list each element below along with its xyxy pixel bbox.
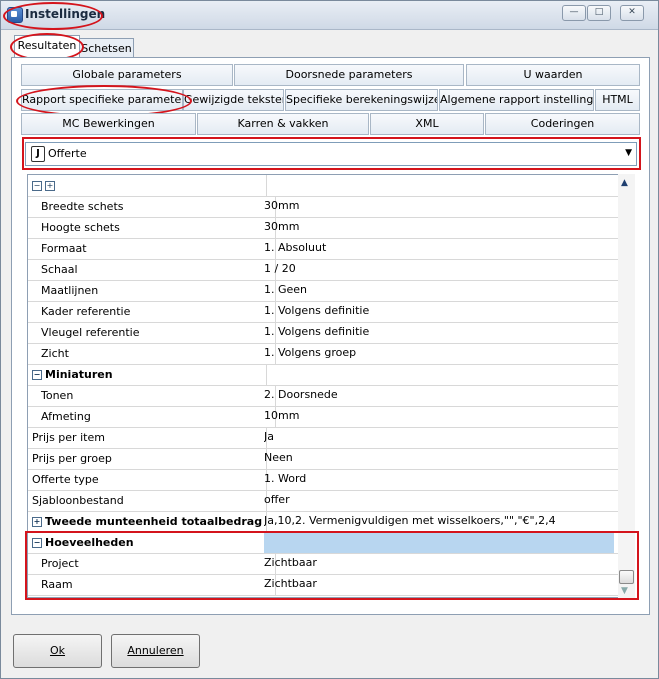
table-row[interactable]: Afmeting 10mm xyxy=(28,406,618,428)
subtab-rapport-specifieke-parameters[interactable]: Rapport specifieke parameters xyxy=(21,89,183,111)
property-grid: − + Breedte schets 30mm Hoogte schets 30m… xyxy=(27,174,619,598)
property-name: Hoogte schets xyxy=(28,217,276,238)
property-value xyxy=(264,532,614,553)
property-value[interactable]: 1 / 20 xyxy=(264,259,614,280)
subtab-doorsnede-parameters[interactable]: Doorsnede parameters xyxy=(234,64,464,86)
chevron-down-icon[interactable]: ▼ xyxy=(625,148,632,158)
property-name: Formaat xyxy=(28,238,276,259)
window-title: Instellingen xyxy=(25,7,106,21)
property-name: Offerte type xyxy=(28,469,267,490)
expand-all-icon[interactable]: + xyxy=(45,181,55,191)
group-row-miniaturen[interactable]: − Miniaturen xyxy=(28,364,618,386)
report-selector-dropdown[interactable]: J Offerte ▼ xyxy=(25,142,637,166)
close-button[interactable]: ✕ xyxy=(620,5,644,21)
property-value[interactable]: Ja,10,2. Vermenigvuldigen met wisselkoer… xyxy=(264,511,614,532)
title-bar: Instellingen — □ ✕ xyxy=(1,1,658,30)
ok-button[interactable]: Ok xyxy=(13,634,102,668)
maximize-button[interactable]: □ xyxy=(587,5,611,21)
subtab-u-waarden[interactable]: U waarden xyxy=(466,64,640,86)
table-row[interactable]: Schaal 1 / 20 xyxy=(28,259,618,281)
table-row[interactable]: Prijs per item Ja xyxy=(28,427,618,449)
property-name: Tonen xyxy=(28,385,276,406)
property-value xyxy=(264,364,614,385)
group-label: Tweede munteenheid totaalbedrag xyxy=(45,515,263,528)
property-value[interactable]: offer xyxy=(264,490,614,511)
table-row[interactable]: Zicht 1. Volgens groep xyxy=(28,343,618,365)
subtab-gewijzigde-teksten[interactable]: Gewijzigde teksten xyxy=(183,89,284,111)
subtab-coderingen[interactable]: Coderingen xyxy=(485,113,640,135)
property-value[interactable]: 30mm xyxy=(264,196,614,217)
subtab-algemene-rapport-instellingen[interactable]: Algemene rapport instellingen xyxy=(439,89,594,111)
subtab-karren-vakken[interactable]: Karren & vakken xyxy=(197,113,369,135)
property-value[interactable]: 1. Word xyxy=(264,469,614,490)
property-value[interactable]: 1. Geen xyxy=(264,280,614,301)
property-value[interactable]: Neen xyxy=(264,448,614,469)
table-row[interactable]: Sjabloonbestand offer xyxy=(28,490,618,512)
group-label: Miniaturen xyxy=(45,368,113,381)
grid-scrollbar[interactable]: ▲ ▼ xyxy=(618,174,635,598)
table-row[interactable]: Prijs per groep Neen xyxy=(28,448,618,470)
collapse-icon[interactable]: − xyxy=(32,370,42,380)
group-row-hoeveelheden[interactable]: − Hoeveelheden xyxy=(28,532,618,554)
subtab-globale-parameters[interactable]: Globale parameters xyxy=(21,64,233,86)
property-name: Maatlijnen xyxy=(28,280,276,301)
scroll-down-icon[interactable]: ▼ xyxy=(621,586,628,596)
tab-schetsen[interactable]: Schetsen xyxy=(79,38,134,59)
table-row[interactable]: Tonen 2. Doorsnede xyxy=(28,385,618,407)
table-row[interactable]: Raam Zichtbaar xyxy=(28,574,618,596)
property-value[interactable]: Zichtbaar xyxy=(264,553,614,574)
property-name: Sjabloonbestand xyxy=(28,490,267,511)
subtab-html[interactable]: HTML xyxy=(595,89,640,111)
property-value[interactable]: 30mm xyxy=(264,217,614,238)
property-value[interactable]: 1. Volgens groep xyxy=(264,343,614,364)
subtab-mc-bewerkingen[interactable]: MC Bewerkingen xyxy=(21,113,196,135)
scroll-thumb[interactable] xyxy=(619,570,634,584)
property-value[interactable]: 10mm xyxy=(264,406,614,427)
property-value[interactable]: 1. Volgens definitie xyxy=(264,301,614,322)
app-icon xyxy=(7,7,23,23)
table-row[interactable]: Breedte schets 30mm xyxy=(28,196,618,218)
grid-toolbar-row: − + xyxy=(28,175,618,197)
property-value[interactable]: 1. Volgens definitie xyxy=(264,322,614,343)
property-value[interactable]: 2. Doorsnede xyxy=(264,385,614,406)
property-name: Afmeting xyxy=(28,406,276,427)
property-name: Prijs per groep xyxy=(28,448,267,469)
property-name: Kader referentie xyxy=(28,301,276,322)
table-row[interactable]: Kader referentie 1. Volgens definitie xyxy=(28,301,618,323)
property-name: Project xyxy=(28,553,276,574)
scroll-up-icon[interactable]: ▲ xyxy=(621,178,628,188)
cancel-button[interactable]: Annuleren xyxy=(111,634,200,668)
property-name: Vleugel referentie xyxy=(28,322,276,343)
table-row[interactable]: Hoogte schets 30mm xyxy=(28,217,618,239)
expand-icon[interactable]: + xyxy=(32,517,42,527)
table-row[interactable]: Maatlijnen 1. Geen xyxy=(28,280,618,302)
settings-dialog: Instellingen — □ ✕ Schetsen Resultaten G… xyxy=(0,0,659,679)
subtab-specifieke-berekeningswijzen[interactable]: Specifieke berekeningswijzen xyxy=(285,89,438,111)
property-name: Breedte schets xyxy=(28,196,276,217)
property-value[interactable]: Ja xyxy=(264,427,614,448)
property-value[interactable]: 1. Absoluut xyxy=(264,238,614,259)
group-label: Hoeveelheden xyxy=(45,536,134,549)
property-name: Zicht xyxy=(28,343,276,364)
report-type-icon: J xyxy=(31,146,45,162)
property-name: Raam xyxy=(28,574,276,595)
table-row[interactable]: Offerte type 1. Word xyxy=(28,469,618,491)
collapse-all-icon[interactable]: − xyxy=(32,181,42,191)
minimize-button[interactable]: — xyxy=(562,5,586,21)
property-name: Prijs per item xyxy=(28,427,267,448)
table-row[interactable]: Formaat 1. Absoluut xyxy=(28,238,618,260)
tab-resultaten[interactable]: Resultaten xyxy=(14,35,80,59)
report-selector-value: Offerte xyxy=(48,147,87,160)
collapse-icon[interactable]: − xyxy=(32,538,42,548)
table-row[interactable]: Project Zichtbaar xyxy=(28,553,618,575)
subtab-xml[interactable]: XML xyxy=(370,113,484,135)
property-value[interactable]: Zichtbaar xyxy=(264,574,614,595)
property-name: Schaal xyxy=(28,259,276,280)
table-row[interactable]: Vleugel referentie 1. Volgens definitie xyxy=(28,322,618,344)
group-row-tweede-munteenheid[interactable]: + Tweede munteenheid totaalbedrag Ja,10,2… xyxy=(28,511,618,533)
